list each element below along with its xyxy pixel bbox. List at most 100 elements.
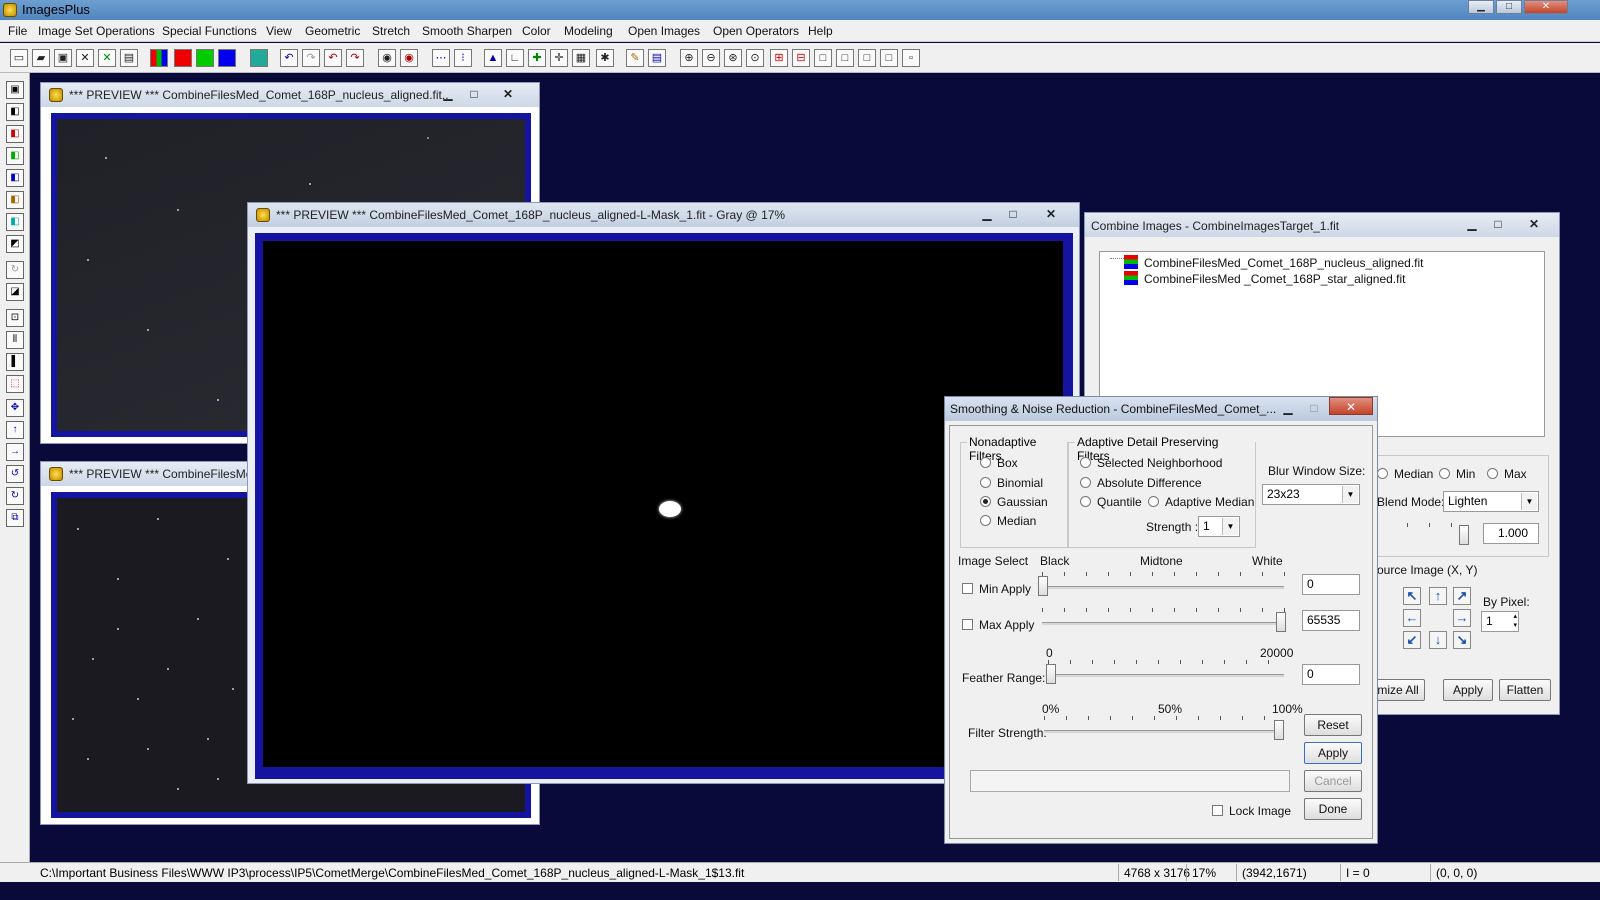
apply-button[interactable]: Apply — [1304, 742, 1362, 764]
file-list-item[interactable]: CombineFilesMed_Comet_168P_nucleus_align… — [1144, 256, 1424, 270]
cancel-button[interactable]: Cancel — [1304, 770, 1362, 792]
pencil-icon[interactable]: ✎ — [626, 49, 644, 67]
frame-4-icon[interactable]: □ — [880, 49, 898, 67]
maximize-icon[interactable]: □ — [463, 85, 485, 103]
radio-box[interactable]: Box — [980, 456, 1018, 470]
menu-geometric[interactable]: Geometric — [305, 24, 360, 38]
gradient-icon[interactable]: ◪ — [6, 283, 24, 301]
close-icon[interactable]: ✕ — [1524, 0, 1568, 14]
red-channel-icon[interactable] — [174, 49, 192, 67]
checkbox-icon[interactable] — [962, 619, 973, 630]
save-small-icon[interactable]: ▣ — [6, 81, 24, 99]
opacity-slider-thumb[interactable] — [1459, 525, 1469, 545]
green-split-icon[interactable]: ◧ — [6, 147, 24, 165]
checkbox-icon[interactable] — [962, 583, 973, 594]
max-slider-thumb[interactable] — [1276, 612, 1286, 632]
radio-selected-neighborhood[interactable]: Selected Neighborhood — [1080, 456, 1222, 470]
blend-mode-select[interactable]: Lighten ▼ — [1443, 491, 1539, 512]
radio-quantile[interactable]: Quantile — [1080, 495, 1142, 509]
file-list-item[interactable]: CombineFilesMed _Comet_168P_star_aligned… — [1144, 272, 1405, 286]
new-file-icon[interactable]: ▭ — [10, 49, 28, 67]
zoom-fit-icon[interactable]: ⊛ — [724, 49, 742, 67]
max-slider-track[interactable] — [1042, 622, 1284, 625]
close-icon[interactable]: ✕ — [1040, 205, 1062, 223]
zoom-minus-red-icon[interactable]: ⊟ — [792, 49, 810, 67]
cyan-split-icon[interactable]: ◧ — [6, 213, 24, 231]
radio-icon[interactable] — [1148, 496, 1159, 507]
maximize-icon[interactable]: □ — [1002, 205, 1024, 223]
bars-icon[interactable]: ⦀ — [6, 331, 24, 349]
radio-icon[interactable] — [1080, 477, 1091, 488]
select-icon[interactable]: ⬚ — [6, 375, 24, 393]
radio-gaussian[interactable]: Gaussian — [980, 495, 1048, 509]
menu-stretch[interactable]: Stretch — [372, 24, 410, 38]
layers-icon[interactable]: ▤ — [648, 49, 666, 67]
lock-image-checkbox[interactable]: Lock Image — [1212, 804, 1291, 818]
radio-icon[interactable] — [980, 515, 991, 526]
rotate-icon[interactable]: ↻ — [6, 261, 24, 279]
radio-absolute-difference[interactable]: Absolute Difference — [1080, 476, 1202, 490]
strength-select[interactable]: 1 ▼ — [1198, 516, 1240, 537]
feather-slider-thumb[interactable] — [1046, 664, 1056, 684]
arrow-down-left-icon[interactable]: ↙ — [1403, 631, 1421, 649]
blur-window-select[interactable]: 23x23 ▼ — [1262, 484, 1360, 505]
blue-split-icon[interactable]: ◧ — [6, 169, 24, 187]
close-icon[interactable]: ✕ — [1329, 397, 1373, 415]
radio-icon[interactable] — [1377, 468, 1388, 479]
maximize-icon[interactable]: □ — [1303, 399, 1325, 417]
split-icon[interactable]: ◧ — [6, 103, 24, 121]
close-icon[interactable]: ✕ — [1523, 215, 1545, 233]
print-icon[interactable]: ▤ — [120, 49, 138, 67]
arrow-right-icon[interactable]: → — [6, 443, 24, 461]
rgb-channels-icon[interactable] — [150, 49, 168, 67]
arrow-up-icon[interactable]: ↑ — [6, 421, 24, 439]
radio-selected-icon[interactable] — [980, 496, 991, 507]
crosshair-plus-icon[interactable]: ✚ — [528, 49, 546, 67]
opacity-field[interactable]: 1.000 — [1483, 523, 1539, 544]
max-value-field[interactable]: 65535 — [1302, 610, 1360, 631]
zoom-out-icon[interactable]: ⊖ — [702, 49, 720, 67]
green-channel-icon[interactable] — [196, 49, 214, 67]
by-pixel-stepper[interactable]: 1 ▴ ▾ — [1481, 611, 1519, 632]
max-apply-checkbox[interactable]: Max Apply — [962, 618, 1034, 632]
radio-icon[interactable] — [1487, 468, 1498, 479]
dots-icon[interactable]: ⋯ — [432, 49, 450, 67]
calculator-icon[interactable]: ▦ — [572, 49, 590, 67]
menu-open-operators[interactable]: Open Operators — [713, 24, 799, 38]
grayscale-icon[interactable] — [250, 49, 268, 67]
menu-image-set-operations[interactable]: Image Set Operations — [38, 24, 155, 38]
radio-median[interactable]: Median — [1377, 467, 1433, 481]
undo-all-icon[interactable]: ↶ — [324, 49, 342, 67]
scatter-icon[interactable]: ⁝ — [454, 49, 472, 67]
redo-all-icon[interactable]: ↷ — [346, 49, 364, 67]
frame-3-icon[interactable]: □ — [858, 49, 876, 67]
flatten-button[interactable]: Flatten — [1499, 679, 1551, 701]
close-icon[interactable]: ✕ — [497, 85, 519, 103]
radio-icon[interactable] — [980, 457, 991, 468]
yellow-split-icon[interactable]: ◧ — [6, 191, 24, 209]
radio-icon[interactable] — [980, 477, 991, 488]
radio-min[interactable]: Min — [1439, 467, 1475, 481]
rotate-right-icon[interactable]: ↻ — [6, 487, 24, 505]
menu-view[interactable]: View — [266, 24, 292, 38]
frame-2-icon[interactable]: □ — [836, 49, 854, 67]
minimize-all-button[interactable]: mize All — [1371, 679, 1425, 701]
menu-open-images[interactable]: Open Images — [628, 24, 700, 38]
maximize-icon[interactable]: □ — [1496, 0, 1522, 14]
radio-icon[interactable] — [1080, 496, 1091, 507]
stepper-arrows-icon[interactable]: ▴ ▾ — [1513, 612, 1517, 630]
save-icon[interactable]: ▣ — [54, 49, 72, 67]
curve-icon[interactable]: ∟ — [506, 49, 524, 67]
menu-smooth-sharpen[interactable]: Smooth Sharpen — [422, 24, 512, 38]
menu-help[interactable]: Help — [808, 24, 833, 38]
crosshair-icon[interactable]: ✛ — [550, 49, 568, 67]
radio-icon[interactable] — [1080, 457, 1091, 468]
zoom-actual-icon[interactable]: ⊙ — [746, 49, 764, 67]
chevron-down-icon[interactable]: ▼ — [1521, 493, 1537, 510]
menu-modeling[interactable]: Modeling — [564, 24, 613, 38]
radio-max[interactable]: Max — [1487, 467, 1527, 481]
crop-icon[interactable]: ⊡ — [6, 309, 24, 327]
feather-value-field[interactable]: 0 — [1302, 664, 1360, 685]
menu-file[interactable]: File — [8, 24, 27, 38]
mask-image-canvas[interactable] — [263, 241, 1063, 767]
